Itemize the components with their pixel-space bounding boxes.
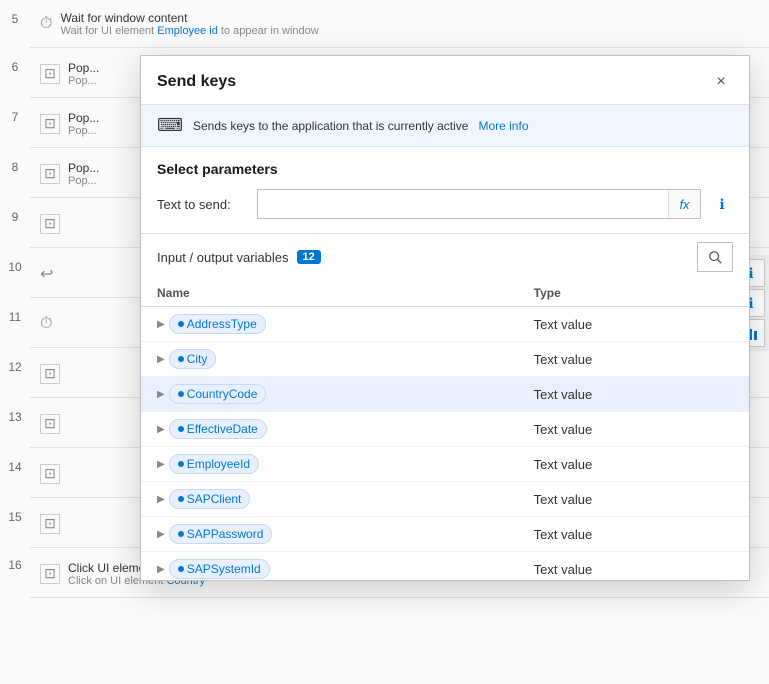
var-tag[interactable]: AddressType <box>169 314 266 334</box>
var-type-cell: Text value <box>518 482 749 517</box>
var-name-cell: ▶ CountryCode <box>141 377 518 412</box>
row-expand-icon[interactable]: ▶ <box>157 494 165 505</box>
var-tag[interactable]: SAPPassword <box>169 524 273 544</box>
keyboard-icon: ⌨ <box>157 115 183 136</box>
dialog-title: Send keys <box>157 73 236 91</box>
var-tag-dot <box>178 391 184 397</box>
row-expand-icon[interactable]: ▶ <box>157 319 165 330</box>
row-expand-icon[interactable]: ▶ <box>157 354 165 365</box>
var-name-cell: ▶ SAPSystemId <box>141 552 518 581</box>
table-row[interactable]: ▶ City Text value <box>141 342 749 377</box>
vars-table: Name Type ▶ AddressType Text value ▶ City Tex… <box>141 280 749 580</box>
send-keys-dialog: Send keys × ⌨ Sends keys to the applicat… <box>140 55 750 581</box>
row-expand-icon[interactable]: ▶ <box>157 564 165 575</box>
vars-table-scroll[interactable]: Name Type ▶ AddressType Text value ▶ City Tex… <box>141 280 749 580</box>
var-type-cell: Text value <box>518 552 749 581</box>
var-tag-dot <box>178 321 184 327</box>
table-row[interactable]: ▶ SAPClient Text value <box>141 482 749 517</box>
var-tag[interactable]: CountryCode <box>169 384 267 404</box>
var-type-cell: Text value <box>518 447 749 482</box>
table-row[interactable]: ▶ EmployeeId Text value <box>141 447 749 482</box>
var-tag-dot <box>178 426 184 432</box>
var-tag-dot <box>178 531 184 537</box>
text-input-wrap: fx <box>257 189 701 219</box>
table-row[interactable]: ▶ EffectiveDate Text value <box>141 412 749 447</box>
text-to-send-input[interactable] <box>258 190 668 218</box>
var-name-cell: ▶ EmployeeId <box>141 447 518 482</box>
row-5-sub: Wait for UI element Employee id to appea… <box>60 25 318 37</box>
var-tag-dot <box>178 356 184 362</box>
var-type-cell: Text value <box>518 377 749 412</box>
more-info-link[interactable]: More info <box>478 119 528 133</box>
dialog-header: Send keys × <box>141 56 749 105</box>
var-tag[interactable]: SAPClient <box>169 489 251 509</box>
col-name-header: Name <box>141 280 518 307</box>
param-row-text-to-send: Text to send: fx ℹ <box>157 189 733 219</box>
dialog-body: Select parameters Text to send: fx ℹ <box>141 147 749 219</box>
row-expand-icon[interactable]: ▶ <box>157 459 165 470</box>
table-row[interactable]: ▶ CountryCode Text value <box>141 377 749 412</box>
row-expand-icon[interactable]: ▶ <box>157 529 165 540</box>
vars-label: Input / output variables <box>157 250 289 265</box>
var-name-cell: ▶ SAPPassword <box>141 517 518 552</box>
var-type-cell: Text value <box>518 517 749 552</box>
var-name-cell: ▶ City <box>141 342 518 377</box>
info-bar-text: Sends keys to the application that is cu… <box>193 119 468 133</box>
table-row[interactable]: ▶ SAPPassword Text value <box>141 517 749 552</box>
info-bar: ⌨ Sends keys to the application that is … <box>141 105 749 147</box>
var-tag[interactable]: City <box>169 349 217 369</box>
vars-label-wrap: Input / output variables 12 <box>157 250 321 265</box>
var-tag[interactable]: EmployeeId <box>169 454 259 474</box>
col-type-header: Type <box>518 280 749 307</box>
var-tag[interactable]: EffectiveDate <box>169 419 267 439</box>
vars-count-badge: 12 <box>297 250 321 264</box>
var-name-cell: ▶ EffectiveDate <box>141 412 518 447</box>
section-title: Select parameters <box>157 161 733 177</box>
row-number-5: 5 <box>0 12 30 26</box>
table-row[interactable]: ▶ SAPSystemId Text value <box>141 552 749 581</box>
var-tag-dot <box>178 461 184 467</box>
var-tag-dot <box>178 496 184 502</box>
row-expand-icon[interactable]: ▶ <box>157 389 165 400</box>
param-label: Text to send: <box>157 197 247 212</box>
fx-button[interactable]: fx <box>668 190 700 218</box>
row-expand-icon[interactable]: ▶ <box>157 424 165 435</box>
workflow-row-5[interactable]: ⏱ Wait for window content Wait for UI el… <box>30 0 769 48</box>
var-tag[interactable]: SAPSystemId <box>169 559 270 579</box>
param-info-icon[interactable]: ℹ <box>711 193 733 215</box>
close-button[interactable]: × <box>709 70 733 94</box>
var-name-cell: ▶ AddressType <box>141 307 518 342</box>
var-type-cell: Text value <box>518 342 749 377</box>
var-name-cell: ▶ SAPClient <box>141 482 518 517</box>
row-5-title: Wait for window content <box>60 11 318 25</box>
var-type-cell: Text value <box>518 307 749 342</box>
var-type-cell: Text value <box>518 412 749 447</box>
vars-search-button[interactable] <box>697 242 733 272</box>
table-row[interactable]: ▶ AddressType Text value <box>141 307 749 342</box>
vars-header: Input / output variables 12 <box>141 233 749 280</box>
var-tag-dot <box>178 566 184 572</box>
